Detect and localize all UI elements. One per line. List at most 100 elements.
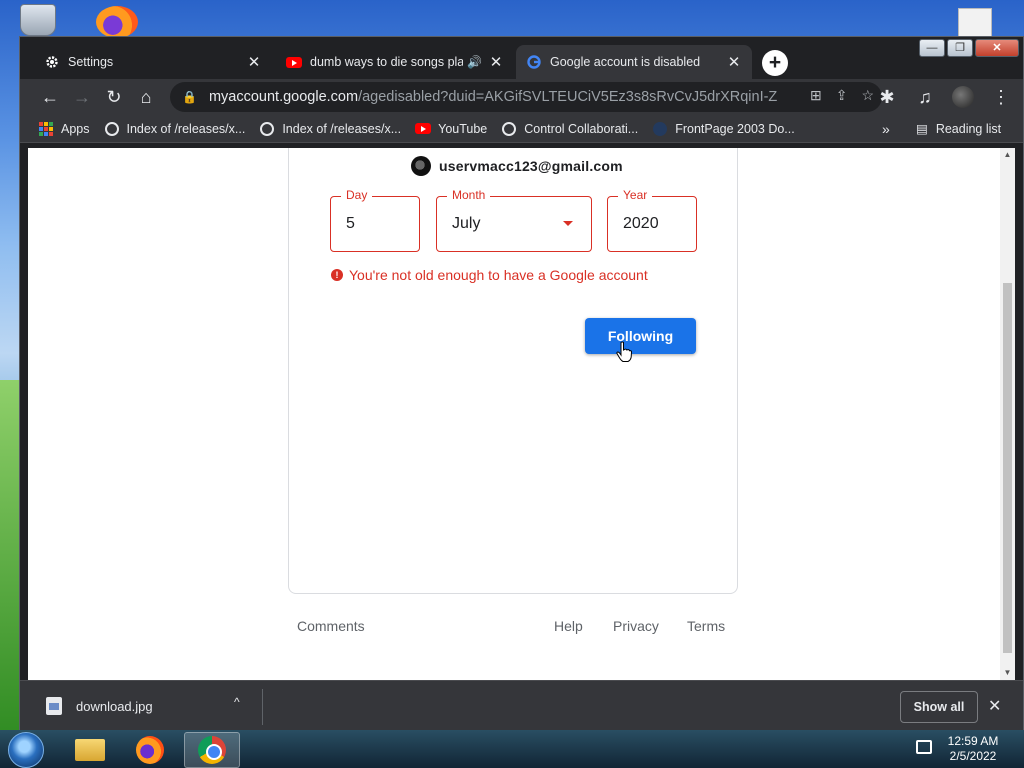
day-value: 5 <box>346 215 355 232</box>
close-tab-icon[interactable]: ✕ <box>726 53 742 71</box>
next-button[interactable]: Following <box>585 318 696 354</box>
network-tray-icon[interactable] <box>916 740 932 754</box>
address-bar[interactable]: 🔒 myaccount.google.com /agedisabled?duid… <box>170 82 882 112</box>
tab-title: Google account is disabled <box>550 55 701 69</box>
lock-icon[interactable]: 🔒 <box>182 90 197 104</box>
share-icon[interactable]: ⇪ <box>836 87 848 104</box>
dropdown-arrow-icon[interactable] <box>563 221 573 226</box>
bookmark-index-releases-2[interactable]: Index of /releases/x... <box>259 121 401 137</box>
bookmark-label: Apps <box>61 121 90 136</box>
close-tab-icon[interactable]: ✕ <box>246 53 262 71</box>
reload-icon[interactable]: ↻ <box>98 81 130 113</box>
tab-title: dumb ways to die songs playlist <box>310 55 464 69</box>
terms-link[interactable]: Terms <box>687 618 725 634</box>
image-file-icon <box>46 697 62 715</box>
new-tab-button[interactable]: + <box>762 50 788 76</box>
desktop-file-icon[interactable] <box>958 8 992 38</box>
media-controls-icon[interactable]: ♫ <box>909 81 941 113</box>
account-chip[interactable]: uservmacc123@gmail.com <box>411 156 623 176</box>
show-all-button[interactable]: Show all <box>900 691 978 723</box>
google-icon <box>526 54 542 70</box>
age-error-message: ! You're not old enough to have a Google… <box>331 267 648 283</box>
apps-grid-icon <box>38 121 54 137</box>
scroll-down-icon[interactable]: ▼ <box>1000 666 1015 680</box>
audio-playing-icon[interactable]: 🔊 <box>467 55 482 69</box>
bookmark-label: Control Collaborati... <box>524 121 639 136</box>
browser-toolbar: ← → ↻ ⌂ 🔒 myaccount.google.com /agedisab… <box>20 79 1023 115</box>
extensions-area: ✱ ♫ ⋮ <box>871 81 1017 113</box>
privacy-link[interactable]: Privacy <box>613 618 659 634</box>
url-path: /agedisabled?duid=AKGifSVLTEUCiV5Ez3s8sR… <box>358 89 779 105</box>
account-email: uservmacc123@gmail.com <box>439 158 623 174</box>
hand-cursor-icon <box>616 341 632 362</box>
reading-list-button[interactable]: ▤ Reading list <box>916 121 1002 137</box>
help-link[interactable]: Help <box>554 618 583 634</box>
home-icon[interactable]: ⌂ <box>130 81 162 113</box>
account-avatar <box>411 156 431 176</box>
extensions-puzzle-icon[interactable]: ✱ <box>871 81 903 113</box>
bookmark-index-releases-1[interactable]: Index of /releases/x... <box>104 121 246 137</box>
chrome-taskbar-button[interactable] <box>184 732 240 768</box>
day-label: Day <box>341 188 373 202</box>
translate-icon[interactable]: ⊞ <box>810 87 822 104</box>
system-clock[interactable]: 12:59 AM 2/5/2022 <box>940 734 1006 764</box>
year-value: 2020 <box>623 215 659 232</box>
scroll-up-icon[interactable]: ▲ <box>1000 148 1015 162</box>
download-chevron-icon[interactable]: ^ <box>234 695 240 709</box>
youtube-icon <box>415 121 432 137</box>
page-content: uservmacc123@gmail.com Day 5 Month July … <box>28 148 1001 680</box>
bookmark-frontpage[interactable]: FrontPage 2003 Do... <box>652 121 795 137</box>
forward-arrow-icon[interactable]: → <box>66 81 98 113</box>
month-label: Month <box>447 188 491 202</box>
clock-date: 2/5/2022 <box>949 749 997 763</box>
download-item[interactable]: download.jpg <box>46 697 153 715</box>
month-select[interactable]: Month July <box>436 188 592 252</box>
chrome-icon <box>198 736 226 764</box>
year-label: Year <box>618 188 653 202</box>
close-tab-icon[interactable]: ✕ <box>488 53 504 71</box>
reading-list-icon: ▤ <box>916 122 928 136</box>
tab-settings[interactable]: Settings ✕ <box>34 45 272 79</box>
start-button[interactable] <box>8 732 44 768</box>
download-bar: download.jpg ^ Show all ✕ <box>20 680 1023 730</box>
comments-link[interactable]: Comments <box>297 618 365 634</box>
gear-icon <box>44 54 60 70</box>
menu-kebab-icon[interactable]: ⋮ <box>985 81 1017 113</box>
windows-taskbar: 12:59 AM 2/5/2022 <box>0 730 1024 768</box>
explorer-taskbar-button[interactable] <box>62 732 118 768</box>
recycle-bin-icon[interactable] <box>20 4 56 36</box>
firefox-icon <box>136 736 164 764</box>
tab-youtube[interactable]: dumb ways to die songs playlist 🔊 ✕ <box>276 45 514 79</box>
bookmark-control-collaboration[interactable]: Control Collaborati... <box>501 121 638 137</box>
firefox-desktop-icon[interactable] <box>96 6 138 38</box>
month-value: July <box>452 215 481 232</box>
reading-list-label: Reading list <box>935 121 1002 136</box>
back-arrow-icon[interactable]: ← <box>34 81 66 113</box>
tab-strip: Settings ✕ dumb ways to die songs playli… <box>20 45 1023 79</box>
year-field[interactable]: Year 2020 <box>607 188 697 252</box>
page-scrollbar[interactable]: ▲ ▼ <box>1000 148 1015 680</box>
youtube-icon <box>286 54 302 70</box>
clock-time: 12:59 AM <box>947 734 999 748</box>
bookmark-youtube[interactable]: YouTube <box>415 121 487 137</box>
bookmark-apps[interactable]: Apps <box>38 121 90 137</box>
bookmarks-bar: Apps Index of /releases/x... Index of /r… <box>20 115 1023 143</box>
close-download-bar-icon[interactable]: ✕ <box>988 696 1001 716</box>
omnibox-actions: ⊞ ⇪ ☆ <box>810 87 874 104</box>
profile-avatar[interactable] <box>947 81 979 113</box>
chrome-window: — ❐ ✕ Settings ✕ dumb ways to die songs … <box>19 36 1024 730</box>
bookmark-label: FrontPage 2003 Do... <box>675 121 795 136</box>
age-form-card: uservmacc123@gmail.com Day 5 Month July … <box>288 148 738 594</box>
more-bookmarks-chevron-icon[interactable]: » <box>882 121 890 137</box>
bookmark-label: Index of /releases/x... <box>126 121 246 136</box>
firefox-taskbar-button[interactable] <box>122 732 178 768</box>
tab-title: Settings <box>68 55 114 69</box>
globe-icon <box>104 121 120 137</box>
folder-icon <box>75 739 105 761</box>
download-filename: download.jpg <box>76 698 153 714</box>
tab-google-account[interactable]: Google account is disabled ✕ <box>516 45 752 79</box>
globe-icon <box>501 121 517 137</box>
globe-icon <box>259 121 275 137</box>
scroll-thumb[interactable] <box>1003 283 1012 653</box>
day-field[interactable]: Day 5 <box>330 188 420 252</box>
